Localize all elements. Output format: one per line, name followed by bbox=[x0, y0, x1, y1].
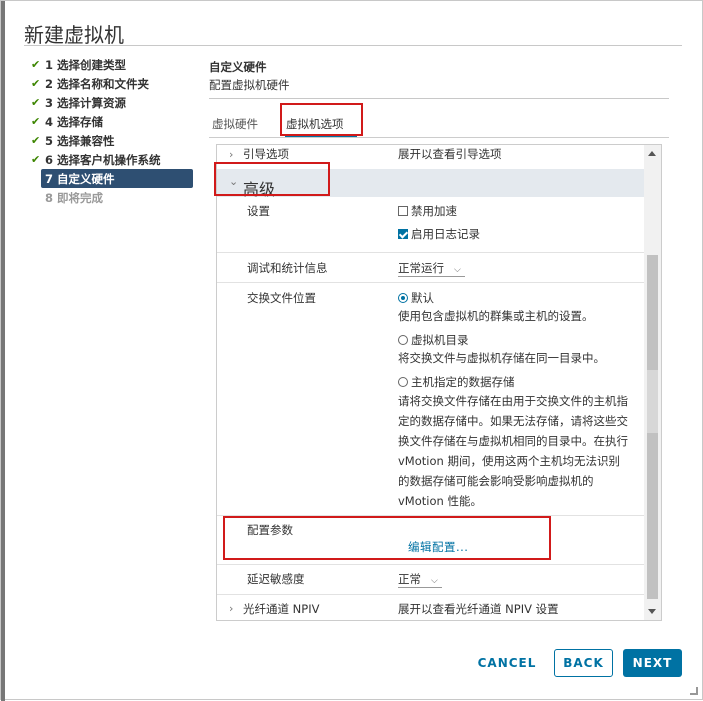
enable-logging-label: 启用日志记录 bbox=[411, 227, 480, 241]
step-7-active[interactable]: 7 自定义硬件 bbox=[41, 169, 193, 188]
section-title: 自定义硬件 bbox=[209, 60, 267, 74]
step-label: 1 选择创建类型 bbox=[45, 57, 127, 72]
debug-stats-select[interactable]: 正常运行 ⌵ bbox=[398, 260, 465, 277]
checkbox-checked[interactable] bbox=[398, 229, 408, 239]
swap-file-label: 交换文件位置 bbox=[247, 291, 316, 305]
debug-stats-value: 正常运行 bbox=[398, 261, 444, 275]
chevron-down-icon: ⌵ bbox=[454, 265, 461, 275]
row-divider bbox=[217, 282, 645, 283]
swap-option-desc: 将交换文件与虚拟机存储在同一目录中。 bbox=[398, 351, 605, 365]
swap-file-row: 交换文件位置 默认 使用包含虚拟机的群集或主机的设置。 虚拟机目录 将交换文件与… bbox=[217, 289, 645, 511]
npiv-row[interactable]: › 光纤通道 NPIV 展开以查看光纤通道 NPIV 设置 bbox=[217, 600, 645, 620]
swap-option-default[interactable]: 默认 bbox=[398, 290, 434, 306]
chevron-right-icon[interactable]: › bbox=[229, 148, 233, 161]
title-divider bbox=[24, 45, 682, 46]
chevron-down-icon: ⌵ bbox=[431, 576, 438, 586]
swap-option-desc: 使用包含虚拟机的群集或主机的设置。 bbox=[398, 309, 594, 323]
settings-row: 设置 禁用加速 启用日志记录 bbox=[217, 203, 645, 253]
tabs-divider bbox=[209, 137, 669, 138]
debug-stats-label: 调试和统计信息 bbox=[247, 261, 328, 275]
next-button[interactable]: NEXT bbox=[623, 649, 682, 677]
check-icon: ✔ bbox=[31, 134, 41, 147]
highlight-box-vm-options-tab bbox=[280, 103, 363, 136]
radio-unselected[interactable] bbox=[398, 335, 408, 345]
radio-unselected[interactable] bbox=[398, 377, 408, 387]
step-label: 8 即将完成 bbox=[45, 190, 104, 205]
step-label: 2 选择名称和文件夹 bbox=[45, 76, 150, 91]
enable-logging-option[interactable]: 启用日志记录 bbox=[398, 226, 480, 242]
row-divider bbox=[217, 594, 645, 595]
swap-option-label: 虚拟机目录 bbox=[411, 333, 469, 347]
dialog-title: 新建虚拟机 bbox=[24, 23, 124, 47]
npiv-label: 光纤通道 NPIV bbox=[243, 602, 320, 616]
resize-grip-icon[interactable] bbox=[690, 687, 698, 695]
step-label: 6 选择客户机操作系统 bbox=[45, 152, 161, 167]
settings-label: 设置 bbox=[247, 204, 270, 218]
step-3[interactable]: ✔ 3 选择计算资源 bbox=[31, 93, 196, 112]
scroll-up-arrow-icon[interactable] bbox=[648, 151, 656, 156]
tab-virtual-hardware[interactable]: 虚拟硬件 bbox=[212, 116, 258, 132]
chevron-right-icon[interactable]: › bbox=[229, 602, 233, 615]
latency-row: 延迟敏感度 正常 ⌵ bbox=[217, 571, 645, 593]
cancel-button[interactable]: CANCEL bbox=[471, 649, 543, 677]
swap-option-vm-directory[interactable]: 虚拟机目录 bbox=[398, 332, 469, 348]
tab-bar: 虚拟硬件 虚拟机选项 bbox=[209, 109, 669, 138]
latency-value: 正常 bbox=[398, 572, 421, 586]
latency-label: 延迟敏感度 bbox=[247, 572, 305, 586]
check-icon: ✔ bbox=[31, 115, 41, 128]
swap-option-host-datastore[interactable]: 主机指定的数据存储 bbox=[398, 374, 515, 390]
check-icon: ✔ bbox=[31, 58, 41, 71]
row-divider bbox=[217, 564, 645, 565]
step-label: 4 选择存储 bbox=[45, 114, 104, 129]
background-edge bbox=[1, 1, 5, 701]
step-8: 8 即将完成 bbox=[31, 188, 196, 207]
step-4[interactable]: ✔ 4 选择存储 bbox=[31, 112, 196, 131]
check-icon: ✔ bbox=[31, 153, 41, 166]
new-vm-dialog: 新建虚拟机 ✔ 1 选择创建类型 ✔ 2 选择名称和文件夹 ✔ 3 选择计算资源 ✔ 4… bbox=[0, 0, 703, 701]
npiv-value: 展开以查看光纤通道 NPIV 设置 bbox=[398, 602, 559, 616]
boot-options-label: 引导选项 bbox=[243, 147, 289, 161]
step-1[interactable]: ✔ 1 选择创建类型 bbox=[31, 55, 196, 74]
swap-option-label: 默认 bbox=[411, 291, 434, 305]
step-label: 7 自定义硬件 bbox=[45, 171, 115, 186]
header-divider bbox=[209, 98, 669, 99]
checkbox-unchecked[interactable] bbox=[398, 206, 408, 216]
highlight-box-config-params bbox=[223, 516, 551, 560]
scrollbar-track-mark bbox=[647, 370, 658, 433]
step-2[interactable]: ✔ 2 选择名称和文件夹 bbox=[31, 74, 196, 93]
scroll-down-arrow-icon[interactable] bbox=[648, 609, 656, 614]
step-5[interactable]: ✔ 5 选择兼容性 bbox=[31, 131, 196, 150]
wizard-steps: ✔ 1 选择创建类型 ✔ 2 选择名称和文件夹 ✔ 3 选择计算资源 ✔ 4 选择存储 … bbox=[31, 55, 196, 207]
section-subtitle: 配置虚拟机硬件 bbox=[209, 78, 290, 92]
disable-accel-option[interactable]: 禁用加速 bbox=[398, 203, 457, 219]
latency-select[interactable]: 正常 ⌵ bbox=[398, 571, 442, 588]
radio-selected[interactable] bbox=[398, 293, 408, 303]
disable-accel-label: 禁用加速 bbox=[411, 204, 457, 218]
step-label: 3 选择计算资源 bbox=[45, 95, 127, 110]
check-icon: ✔ bbox=[31, 77, 41, 90]
row-divider bbox=[217, 252, 645, 253]
debug-stats-row: 调试和统计信息 正常运行 ⌵ bbox=[217, 259, 645, 283]
boot-options-value: 展开以查看引导选项 bbox=[398, 147, 502, 161]
highlight-box-advanced bbox=[214, 162, 330, 196]
swap-option-desc: 请将交换文件存储在由用于交换文件的主机指定的数据存储中。如果无法存储，请将这些交… bbox=[398, 394, 628, 508]
swap-option-label: 主机指定的数据存储 bbox=[411, 375, 515, 389]
step-6[interactable]: ✔ 6 选择客户机操作系统 bbox=[31, 150, 196, 169]
step-label: 5 选择兼容性 bbox=[45, 133, 115, 148]
back-button[interactable]: BACK bbox=[554, 649, 613, 677]
panel-scrollbar[interactable] bbox=[644, 145, 661, 620]
check-icon: ✔ bbox=[31, 96, 41, 109]
